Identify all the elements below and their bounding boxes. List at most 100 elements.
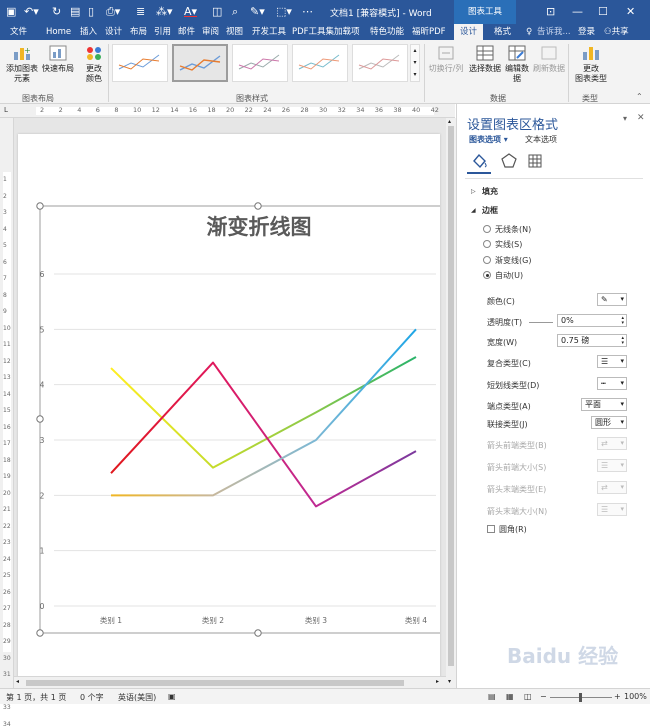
print-icon[interactable]: ⎙▾ bbox=[106, 5, 120, 19]
resize-handle[interactable] bbox=[254, 629, 262, 637]
chart-style-3[interactable] bbox=[232, 44, 288, 82]
color-picker[interactable]: ✎ ▾ bbox=[597, 293, 627, 306]
maximize-icon[interactable]: ☐ bbox=[598, 5, 608, 19]
tab-foxit[interactable]: 福昕PDF bbox=[412, 26, 446, 38]
zoom-level[interactable]: 100% bbox=[624, 692, 647, 701]
vertical-ruler[interactable]: 1 2 3 4 5 6 7 8 9 10 11 12 13 14 15 16 17 18 19 20 21 22 23 24 2… bbox=[0, 118, 14, 728]
tab-home[interactable]: Home bbox=[46, 26, 71, 38]
scroll-thumb[interactable] bbox=[448, 126, 454, 666]
tab-developer[interactable]: 开发工具 bbox=[252, 26, 286, 38]
tab-pdf-tools[interactable]: PDF工具集 bbox=[292, 26, 334, 38]
columns-icon[interactable]: ◫ bbox=[212, 5, 222, 19]
chart-selection-frame[interactable] bbox=[39, 205, 446, 634]
fill-expand-icon[interactable]: ▷ bbox=[471, 188, 476, 195]
minimize-icon[interactable]: — bbox=[572, 5, 583, 19]
collapse-ribbon-icon[interactable]: ⌃ bbox=[636, 92, 643, 101]
pane-options-icon[interactable]: ▾ bbox=[623, 114, 627, 123]
login-link[interactable]: 登录 bbox=[578, 26, 595, 38]
tab-insert[interactable]: 插入 bbox=[80, 26, 97, 38]
document-page[interactable]: 0 1 2 3 4 5 6 类别 1 类别 2 类别 3 类别 4 渐变折线图 bbox=[18, 134, 446, 676]
series-line-2[interactable] bbox=[110, 361, 417, 508]
new-doc-icon[interactable]: ▯ bbox=[88, 5, 94, 19]
macro-record-icon[interactable]: ▣ bbox=[168, 692, 176, 701]
font-color-icon[interactable]: A▾ bbox=[184, 5, 197, 19]
tab-view[interactable]: 视图 bbox=[226, 26, 243, 38]
scroll-down-icon[interactable]: ▾ bbox=[448, 678, 451, 685]
close-icon[interactable]: ✕ bbox=[626, 5, 635, 19]
spinner-icon[interactable]: ▴ ▾ bbox=[621, 316, 624, 326]
tab-chart-format[interactable]: 格式 bbox=[494, 26, 511, 38]
resize-handle[interactable] bbox=[36, 415, 44, 423]
chart-style-2[interactable] bbox=[172, 44, 228, 82]
ribbon-display-icon[interactable]: ⊡ bbox=[546, 5, 555, 19]
chart-title[interactable]: 渐变折线图 bbox=[207, 215, 312, 239]
add-element-button[interactable]: + 添加图表 元素 bbox=[4, 44, 40, 84]
quick-layout-button[interactable]: 快速布局 bbox=[40, 44, 76, 74]
radio-gradient[interactable] bbox=[483, 256, 491, 264]
border-collapse-icon[interactable]: ◢ bbox=[471, 207, 476, 214]
effects-tab[interactable] bbox=[497, 150, 521, 174]
word-count[interactable]: 0 个字 bbox=[80, 692, 104, 703]
pane-close-icon[interactable]: ✕ bbox=[637, 113, 645, 123]
size-properties-tab[interactable] bbox=[523, 150, 547, 174]
resize-handle[interactable] bbox=[254, 202, 262, 210]
gallery-scroll[interactable]: ▴ ▾ ▾ bbox=[410, 44, 420, 82]
radio-solid[interactable] bbox=[483, 240, 491, 248]
horizontal-ruler[interactable]: L 2 2 4 6 8 10 12 14 16 18 20 22 24 26 28 30 32 34 36 38 40 4… bbox=[0, 104, 455, 118]
select-data-button[interactable]: 选择数据 bbox=[468, 44, 502, 74]
edit-data-button[interactable]: 编辑数 据 bbox=[503, 44, 531, 84]
draw-icon[interactable]: ✎▾ bbox=[250, 5, 265, 19]
shape-icon[interactable]: ⬚▾ bbox=[276, 5, 292, 19]
tab-review[interactable]: 审阅 bbox=[202, 26, 219, 38]
page-count[interactable]: 第 1 页，共 1 页 bbox=[6, 692, 66, 703]
web-layout-icon[interactable]: ◫ bbox=[524, 692, 532, 701]
scroll-up-icon[interactable]: ▴ bbox=[448, 118, 451, 125]
print-layout-icon[interactable]: ▦ bbox=[506, 692, 514, 701]
tab-special[interactable]: 特色功能 bbox=[370, 26, 404, 38]
change-type-button[interactable]: 更改 图表类型 bbox=[572, 44, 610, 84]
fill-section[interactable]: 填充 bbox=[482, 186, 498, 197]
arrow-begin-size-dropdown[interactable]: ☰ ▾ bbox=[597, 459, 627, 472]
join-dropdown[interactable]: 圆形 ▾ bbox=[591, 416, 627, 429]
dash-dropdown[interactable]: ┅ ▾ bbox=[597, 377, 627, 390]
tab-text-options[interactable]: 文本选项 bbox=[525, 134, 557, 145]
chart-style-4[interactable] bbox=[292, 44, 348, 82]
horizontal-scrollbar[interactable]: ◂ ▸ bbox=[14, 676, 446, 688]
arrow-begin-type-dropdown[interactable]: ⇄ ▾ bbox=[597, 437, 627, 450]
border-section[interactable]: 边框 bbox=[482, 205, 498, 216]
tab-mailings[interactable]: 邮件 bbox=[178, 26, 195, 38]
tab-references[interactable]: 引用 bbox=[154, 26, 171, 38]
tab-chart-options[interactable]: 图表选项 ▾ bbox=[469, 134, 508, 145]
compound-dropdown[interactable]: ☰ ▾ bbox=[597, 355, 627, 368]
customize-qa-icon[interactable]: ⋯ bbox=[302, 5, 313, 19]
spinner-icon[interactable]: ▴ ▾ bbox=[621, 336, 624, 346]
rounded-checkbox[interactable] bbox=[487, 525, 495, 533]
tab-layout[interactable]: 布局 bbox=[130, 26, 147, 38]
tab-chart-design[interactable]: 设计 bbox=[454, 24, 484, 40]
hscroll-thumb[interactable] bbox=[26, 680, 404, 686]
zoom-handle[interactable] bbox=[579, 693, 582, 702]
zoom-in-icon[interactable]: + bbox=[614, 692, 621, 701]
fill-line-tab[interactable] bbox=[467, 150, 491, 174]
search-icon[interactable]: ⌕ bbox=[232, 5, 238, 19]
tab-addins[interactable]: 加载项 bbox=[334, 26, 360, 38]
tell-me-search[interactable]: 告诉我... bbox=[537, 26, 571, 38]
tab-design-doc[interactable]: 设计 bbox=[105, 26, 122, 38]
switch-row-col-button[interactable]: 切换行/列 bbox=[426, 44, 466, 74]
redo-icon[interactable]: ↻ bbox=[52, 5, 61, 19]
tab-stop-icon[interactable]: L bbox=[4, 106, 8, 114]
radio-none[interactable] bbox=[483, 225, 491, 233]
undo-icon[interactable]: ↶▾ bbox=[24, 5, 39, 19]
paragraph-icon[interactable]: ⁂▾ bbox=[156, 5, 173, 19]
cap-dropdown[interactable]: 平面 ▾ bbox=[581, 398, 627, 411]
resize-handle[interactable] bbox=[36, 629, 44, 637]
tab-file[interactable]: 文件 bbox=[10, 26, 27, 38]
refresh-data-button[interactable]: 刷新数据 bbox=[532, 44, 566, 74]
save-icon[interactable]: ▣ bbox=[6, 5, 16, 19]
arrow-end-size-dropdown[interactable]: ☰ ▾ bbox=[597, 503, 627, 516]
chart-area[interactable]: 0 1 2 3 4 5 6 类别 1 类别 2 类别 3 类别 4 渐变折线图 bbox=[18, 134, 446, 676]
zoom-out-icon[interactable]: − bbox=[540, 692, 547, 701]
chart-style-5[interactable] bbox=[352, 44, 408, 82]
arrow-end-type-dropdown[interactable]: ⇄ ▾ bbox=[597, 481, 627, 494]
layout-icon[interactable]: ≣ bbox=[136, 5, 145, 19]
